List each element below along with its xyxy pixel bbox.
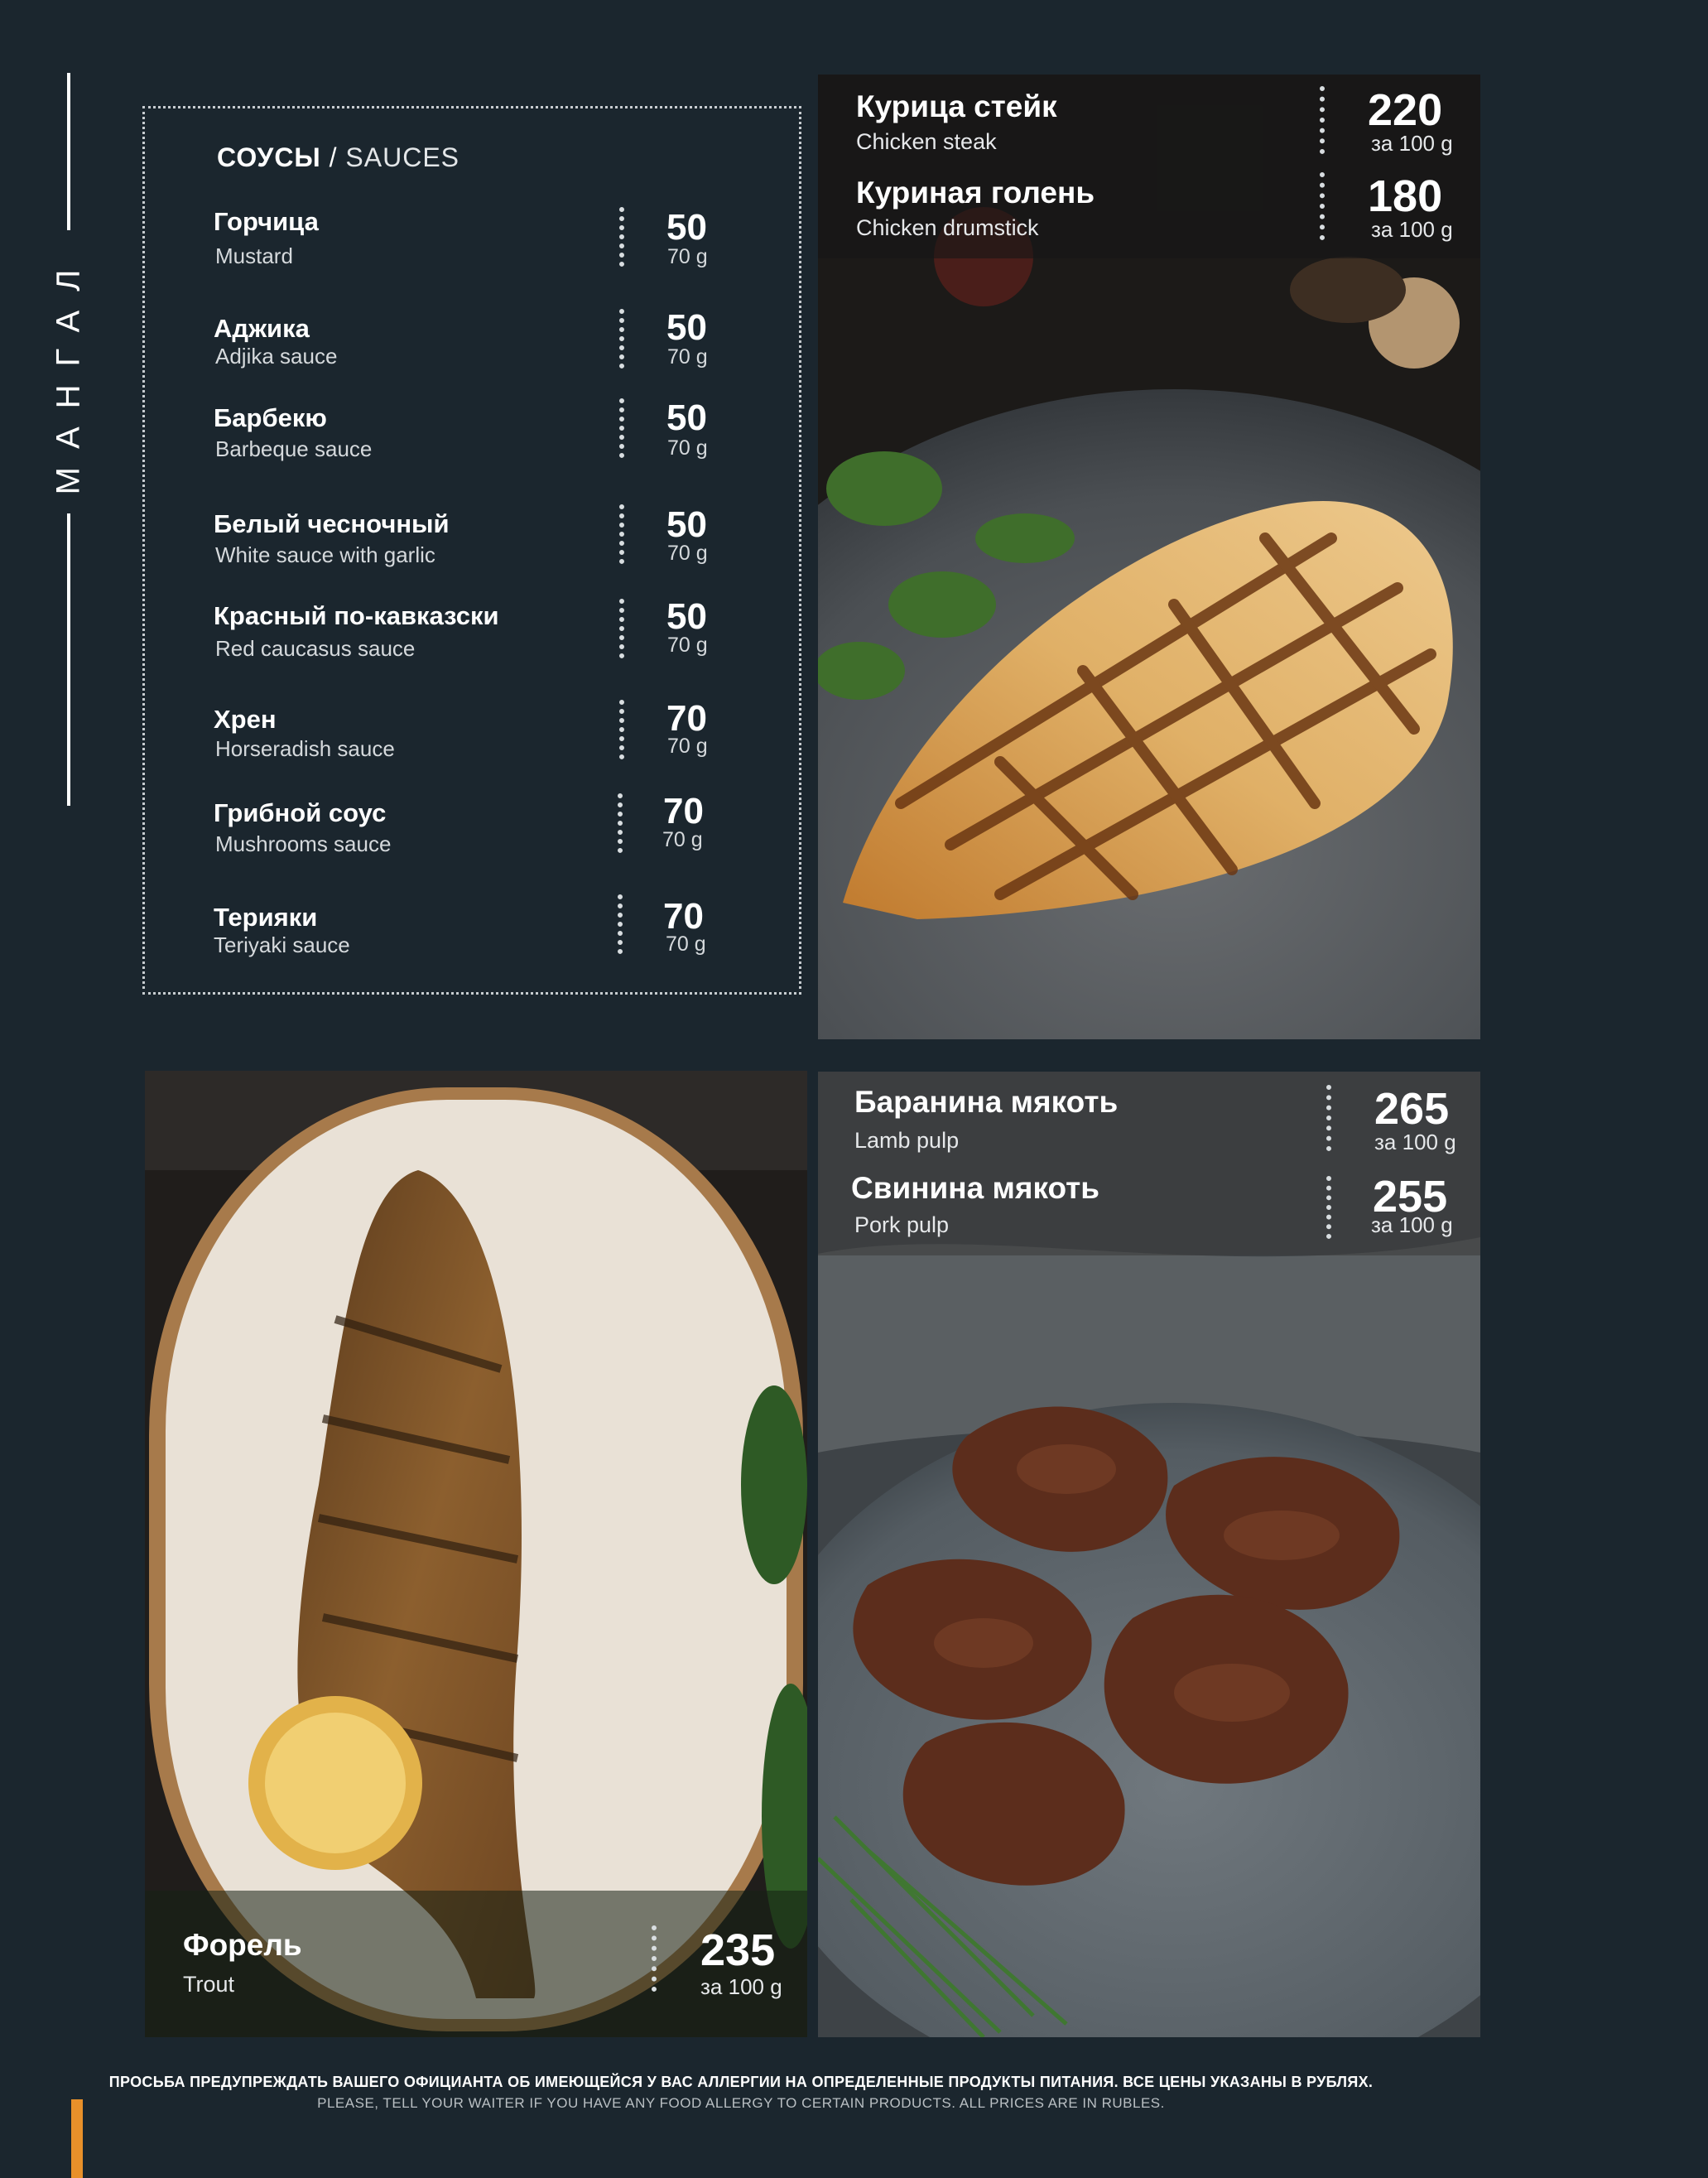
side-divider-bottom (67, 513, 70, 806)
pork-pulp-unit: за 100 g (1371, 1212, 1453, 1237)
sauce-price: 50 (666, 307, 707, 348)
sauce-item: Горчица Mustard 50 70 g (214, 207, 727, 278)
dotted-separator (652, 1925, 662, 1992)
sauce-item: Барбекю Barbeque sauce 50 70 g (214, 398, 727, 475)
sauce-portion: 70 g (666, 932, 706, 956)
sauce-item: Красный по-кавказски Red caucasus sauce … (214, 596, 727, 672)
chicken-drumstick-unit: за 100 g (1371, 217, 1453, 242)
sauce-price: 70 (666, 698, 707, 739)
sauce-portion: 70 g (667, 542, 708, 565)
sauce-item: Аджика Adjika sauce 50 70 g (214, 309, 727, 385)
sauce-name-ru: Аджика (214, 314, 310, 343)
sauce-name-en: Red caucasus sauce (215, 636, 416, 661)
sauce-name-en: Horseradish sauce (215, 736, 395, 761)
allergy-notice-en: PLEASE, TELL YOUR WAITER IF YOU HAVE ANY… (317, 2095, 1165, 2111)
chicken-photo-panel: Курица стейк Chicken steak 220 за 100 g … (818, 75, 1480, 1039)
trout-unit: за 100 g (700, 1974, 782, 1999)
side-divider-top (67, 73, 70, 230)
sauces-heading: СОУСЫ / SAUCES (217, 142, 459, 173)
sauce-price: 50 (666, 596, 707, 637)
sauce-item: Терияки Teriyaki sauce 70 70 g (214, 894, 727, 974)
chicken-steak-price: 220 (1368, 85, 1443, 135)
sauce-portion: 70 g (667, 634, 708, 657)
sauce-name-ru: Грибной соус (214, 798, 387, 827)
sauce-price: 50 (666, 504, 707, 545)
grilled-trout-image (145, 1071, 807, 2037)
lamb-pulp-price: 265 (1374, 1084, 1450, 1134)
sauce-name-en: Mustard (215, 243, 293, 268)
sauce-item: Грибной соус Mushrooms sauce 70 70 g (214, 793, 727, 870)
trout-photo-panel: Форель Trout 235 за 100 g (145, 1071, 807, 2037)
dotted-separator (619, 700, 629, 759)
dotted-separator (619, 599, 629, 658)
sauce-price: 70 (663, 791, 704, 831)
dotted-separator (619, 207, 629, 267)
sauces-heading-ru: СОУСЫ (217, 142, 321, 172)
sauce-name-ru: Терияки (214, 903, 318, 932)
sauce-name-ru: Горчица (214, 207, 319, 236)
section-side-title-text: МАНГАЛ (50, 251, 87, 494)
lamb-pulp-name-ru: Баранина мякоть (854, 1085, 1119, 1119)
sauce-portion: 70 g (667, 735, 708, 758)
dotted-separator (1320, 172, 1330, 240)
sauce-price: 50 (666, 398, 707, 438)
chicken-drumstick-name-ru: Куриная голень (856, 176, 1095, 210)
sauce-name-en: Mushrooms sauce (215, 831, 392, 856)
sauce-portion: 70 g (667, 345, 708, 369)
chicken-steak-name-ru: Курица стейк (856, 89, 1057, 123)
dotted-separator (619, 309, 629, 369)
sauce-price: 50 (666, 207, 707, 248)
sauce-name-ru: Хрен (214, 705, 277, 734)
sauce-name-en: Barbeque sauce (215, 436, 373, 461)
sauce-item: Хрен Horseradish sauce 70 70 g (214, 700, 727, 776)
meat-photo-panel: Баранина мякоть Lamb pulp 265 за 100 g С… (818, 1072, 1480, 2037)
chicken-drumstick-name-en: Chicken drumstick (856, 215, 1039, 240)
sauce-name-ru: Красный по-кавказски (214, 601, 499, 630)
sauce-item: Белый чесночный White sauce with garlic … (214, 504, 727, 581)
sauce-portion: 70 g (662, 828, 703, 851)
dotted-separator (1320, 86, 1330, 154)
sauce-name-en: White sauce with garlic (215, 542, 435, 567)
trout-name-en: Trout (183, 1972, 235, 1997)
chicken-steak-unit: за 100 g (1371, 131, 1453, 156)
trout-price: 235 (700, 1925, 776, 1975)
chicken-drumstick-price: 180 (1368, 171, 1443, 221)
section-side-title: МАНГАЛ (46, 251, 92, 494)
sauce-name-ru: Белый чесночный (214, 509, 450, 538)
allergy-notice-ru: ПРОСЬБА ПРЕДУПРЕЖДАТЬ ВАШЕГО ОФИЦИАНТА О… (108, 2074, 1374, 2090)
dotted-separator (618, 793, 628, 853)
dotted-separator (1326, 1085, 1336, 1151)
dotted-separator (619, 398, 629, 458)
sauce-name-en: Teriyaki sauce (214, 932, 350, 957)
sauce-name-ru: Барбекю (214, 403, 327, 432)
dotted-separator (1326, 1176, 1336, 1239)
sauce-price: 70 (663, 896, 704, 937)
dotted-separator (619, 504, 629, 564)
lamb-pulp-name-en: Lamb pulp (854, 1128, 960, 1153)
trout-name-ru: Форель (183, 1928, 302, 1962)
lamb-pulp-unit: за 100 g (1374, 1130, 1456, 1154)
sauce-portion: 70 g (667, 245, 708, 268)
pork-pulp-name-en: Pork pulp (854, 1212, 950, 1237)
sauce-portion: 70 g (667, 436, 708, 460)
sauces-heading-separator: / (320, 142, 346, 172)
sauce-name-en: Adjika sauce (215, 344, 338, 369)
chicken-steak-name-en: Chicken steak (856, 129, 997, 154)
pork-pulp-name-ru: Свинина мякоть (851, 1171, 1100, 1205)
sauces-heading-en: SAUCES (345, 142, 460, 172)
dotted-separator (618, 894, 628, 954)
